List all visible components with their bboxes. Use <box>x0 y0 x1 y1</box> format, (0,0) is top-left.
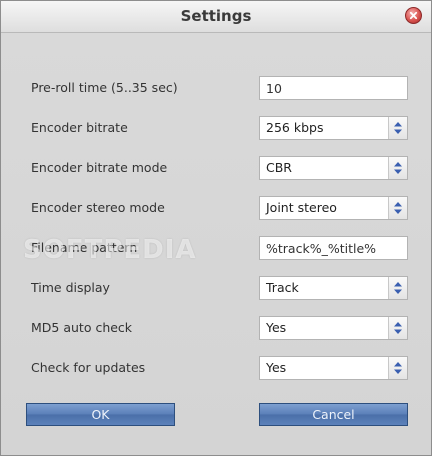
label-filename-pattern: Filename pattern <box>31 240 138 255</box>
settings-dialog: Settings Pre-roll time (5..35 sec) Encod… <box>0 0 432 456</box>
encoder-bitrate-mode-select[interactable]: CBR <box>259 156 408 180</box>
close-button[interactable] <box>405 7 422 24</box>
check-for-updates-select[interactable]: Yes <box>259 356 408 380</box>
label-check-for-updates: Check for updates <box>31 360 146 375</box>
updown-arrow-icon[interactable] <box>388 157 407 179</box>
md5-auto-check-value: Yes <box>266 320 287 335</box>
label-time-display: Time display <box>31 280 110 295</box>
time-display-select[interactable]: Track <box>259 276 408 300</box>
md5-auto-check-select[interactable]: Yes <box>259 316 408 340</box>
updown-arrow-icon[interactable] <box>388 317 407 339</box>
updown-arrow-icon[interactable] <box>388 117 407 139</box>
encoder-stereo-mode-value: Joint stereo <box>266 200 337 215</box>
ok-button[interactable]: OK <box>26 403 175 426</box>
filename-pattern-input[interactable] <box>259 236 408 260</box>
label-encoder-bitrate: Encoder bitrate <box>31 120 128 135</box>
label-md5-auto-check: MD5 auto check <box>31 320 133 335</box>
label-encoder-bitrate-mode: Encoder bitrate mode <box>31 160 168 175</box>
cancel-button[interactable]: Cancel <box>259 403 408 426</box>
encoder-bitrate-mode-value: CBR <box>266 160 292 175</box>
encoder-stereo-mode-select[interactable]: Joint stereo <box>259 196 408 220</box>
pre-roll-time-input[interactable] <box>259 76 408 100</box>
check-for-updates-value: Yes <box>266 360 287 375</box>
encoder-bitrate-select[interactable]: 256 kbps <box>259 116 408 140</box>
label-pre-roll-time: Pre-roll time (5..35 sec) <box>31 80 178 95</box>
encoder-bitrate-value: 256 kbps <box>266 120 324 135</box>
time-display-value: Track <box>266 280 299 295</box>
label-encoder-stereo-mode: Encoder stereo mode <box>31 200 165 215</box>
close-icon <box>409 11 418 20</box>
updown-arrow-icon[interactable] <box>388 197 407 219</box>
updown-arrow-icon[interactable] <box>388 277 407 299</box>
updown-arrow-icon[interactable] <box>388 357 407 379</box>
dialog-title: Settings <box>1 1 431 33</box>
